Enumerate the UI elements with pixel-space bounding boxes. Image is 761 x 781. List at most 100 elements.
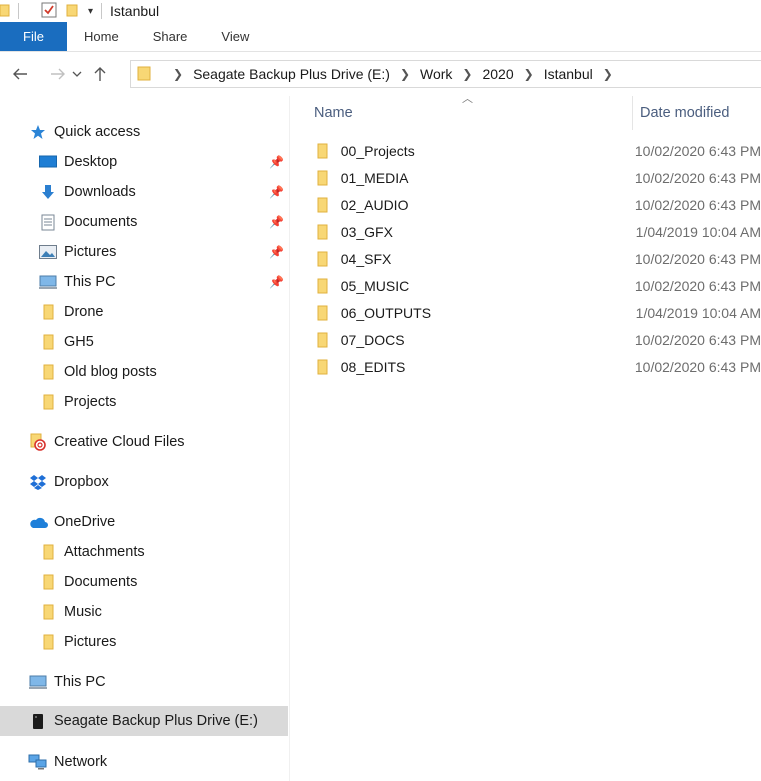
nav-quick-access[interactable]: Quick access — [28, 117, 140, 147]
file-row[interactable]: 00_Projects 10/02/2020 6:43 PM — [316, 137, 761, 164]
file-date: 1/04/2019 10:04 AM — [635, 304, 761, 321]
nav-item-projects[interactable]: Projects — [38, 387, 116, 417]
chevron-right-icon[interactable]: ❯ — [462, 67, 472, 81]
folder-icon — [38, 332, 58, 352]
nav-this-pc[interactable]: This PC — [28, 667, 106, 697]
file-row[interactable]: 02_AUDIO 10/02/2020 6:43 PM — [316, 191, 761, 218]
nav-network[interactable]: Network — [28, 747, 107, 777]
file-row[interactable]: 06_OUTPUTS 1/04/2019 10:04 AM — [316, 299, 761, 326]
nav-label: Seagate Backup Plus Drive (E:) — [54, 713, 258, 729]
nav-item-this-pc-pinned[interactable]: This PC 📌 — [38, 267, 288, 297]
folder-icon — [316, 332, 330, 348]
nav-item-pictures[interactable]: Pictures 📌 — [38, 237, 288, 267]
file-date: 10/02/2020 6:43 PM — [634, 331, 761, 348]
tab-share[interactable]: Share — [136, 22, 205, 51]
nav-onedrive-documents[interactable]: Documents — [38, 567, 137, 597]
file-date: 10/02/2020 6:43 PM — [634, 358, 761, 375]
toolbar-separator — [18, 3, 19, 19]
file-name: 06_OUTPUTS — [340, 304, 432, 321]
chevron-right-icon[interactable]: ❯ — [603, 67, 613, 81]
nav-label: Dropbox — [54, 474, 109, 490]
breadcrumb-work[interactable]: Work — [420, 66, 452, 82]
nav-seagate-drive[interactable]: Seagate Backup Plus Drive (E:) — [0, 706, 288, 736]
file-row[interactable]: 08_EDITS 10/02/2020 6:43 PM — [316, 353, 761, 380]
nav-label: Drone — [64, 304, 104, 320]
back-arrow-icon[interactable] — [6, 60, 34, 88]
nav-item-old-blog-posts[interactable]: Old blog posts — [38, 357, 157, 387]
file-row[interactable]: 05_MUSIC 10/02/2020 6:43 PM — [316, 272, 761, 299]
recent-locations-chevron-icon[interactable] — [68, 60, 86, 88]
nav-label: Documents — [64, 214, 138, 230]
column-separator[interactable] — [632, 96, 633, 130]
external-drive-icon — [28, 711, 48, 731]
file-row[interactable]: 01_MEDIA 10/02/2020 6:43 PM — [316, 164, 761, 191]
pin-icon[interactable]: 📌 — [269, 245, 284, 259]
tab-view[interactable]: View — [204, 22, 266, 51]
file-row[interactable]: 07_DOCS 10/02/2020 6:43 PM — [316, 326, 761, 353]
nav-item-gh5[interactable]: GH5 — [38, 327, 94, 357]
up-arrow-icon[interactable] — [86, 60, 114, 88]
nav-label: Projects — [64, 394, 117, 410]
network-icon — [28, 752, 48, 772]
file-list-pane: ︿ Name Date modified 00_Projects 10/02/2… — [292, 93, 761, 781]
nav-label: Pictures — [64, 244, 117, 260]
pin-icon[interactable]: 📌 — [269, 155, 284, 169]
column-header-date-modified[interactable]: Date modified — [640, 96, 761, 130]
file-date: 10/02/2020 6:43 PM — [634, 169, 761, 186]
folder-icon — [316, 224, 330, 240]
folder-icon — [316, 251, 330, 267]
onedrive-cloud-icon — [28, 512, 48, 532]
nav-dropbox[interactable]: Dropbox — [28, 467, 109, 497]
folder-icon — [38, 392, 58, 412]
nav-item-drone[interactable]: Drone — [38, 297, 104, 327]
properties-check-icon[interactable] — [41, 2, 57, 21]
breadcrumb: ❯ Seagate Backup Plus Drive (E:) ❯ Work … — [163, 66, 623, 82]
desktop-icon — [38, 152, 58, 172]
folder-icon — [316, 359, 330, 375]
ribbon-tabs: File Home Share View — [0, 22, 761, 52]
tab-home[interactable]: Home — [67, 22, 136, 51]
nav-label: Pictures — [64, 634, 117, 650]
nav-item-downloads[interactable]: Downloads 📌 — [38, 177, 288, 207]
folder-icon — [38, 572, 58, 592]
nav-onedrive-music[interactable]: Music — [38, 597, 102, 627]
column-header-name[interactable]: Name — [314, 96, 630, 130]
nav-onedrive[interactable]: OneDrive — [28, 507, 115, 537]
file-name: 04_SFX — [340, 250, 392, 267]
file-date: 10/02/2020 6:43 PM — [634, 142, 761, 159]
new-folder-icon[interactable] — [66, 2, 78, 20]
tab-file[interactable]: File — [0, 22, 67, 51]
nav-creative-cloud-files[interactable]: Creative Cloud Files — [28, 427, 185, 457]
nav-label: Network — [54, 754, 108, 770]
breadcrumb-istanbul[interactable]: Istanbul — [544, 66, 593, 82]
chevron-right-icon[interactable]: ❯ — [524, 67, 534, 81]
nav-item-documents[interactable]: Documents 📌 — [38, 207, 288, 237]
dropbox-icon — [28, 472, 48, 492]
folder-icon — [38, 542, 58, 562]
nav-onedrive-pictures[interactable]: Pictures — [38, 627, 116, 657]
pin-icon[interactable]: 📌 — [269, 185, 284, 199]
nav-label: Documents — [64, 574, 138, 590]
file-name: 07_DOCS — [340, 331, 405, 348]
folder-icon — [316, 143, 330, 159]
star-icon — [28, 122, 48, 142]
file-row[interactable]: 04_SFX 10/02/2020 6:43 PM — [316, 245, 761, 272]
file-name: 01_MEDIA — [340, 169, 409, 186]
chevron-right-icon[interactable]: ❯ — [400, 67, 410, 81]
nav-onedrive-attachments[interactable]: Attachments — [38, 537, 145, 567]
chevron-right-icon[interactable]: ❯ — [173, 67, 183, 81]
file-name: 02_AUDIO — [340, 196, 409, 213]
pin-icon[interactable]: 📌 — [269, 275, 284, 289]
pin-icon[interactable]: 📌 — [269, 215, 284, 229]
file-row[interactable]: 03_GFX 1/04/2019 10:04 AM — [316, 218, 761, 245]
folder-icon — [316, 278, 330, 294]
file-name: 08_EDITS — [340, 358, 406, 375]
nav-label: This PC — [54, 674, 106, 690]
breadcrumb-drive[interactable]: Seagate Backup Plus Drive (E:) — [193, 66, 390, 82]
nav-item-desktop[interactable]: Desktop 📌 — [38, 147, 288, 177]
folder-icon — [316, 305, 330, 321]
folder-icon — [137, 65, 151, 84]
breadcrumb-2020[interactable]: 2020 — [482, 66, 513, 82]
customize-toolbar-dropdown-icon[interactable]: ▾ — [88, 6, 93, 17]
address-bar[interactable]: ❯ Seagate Backup Plus Drive (E:) ❯ Work … — [130, 60, 761, 88]
